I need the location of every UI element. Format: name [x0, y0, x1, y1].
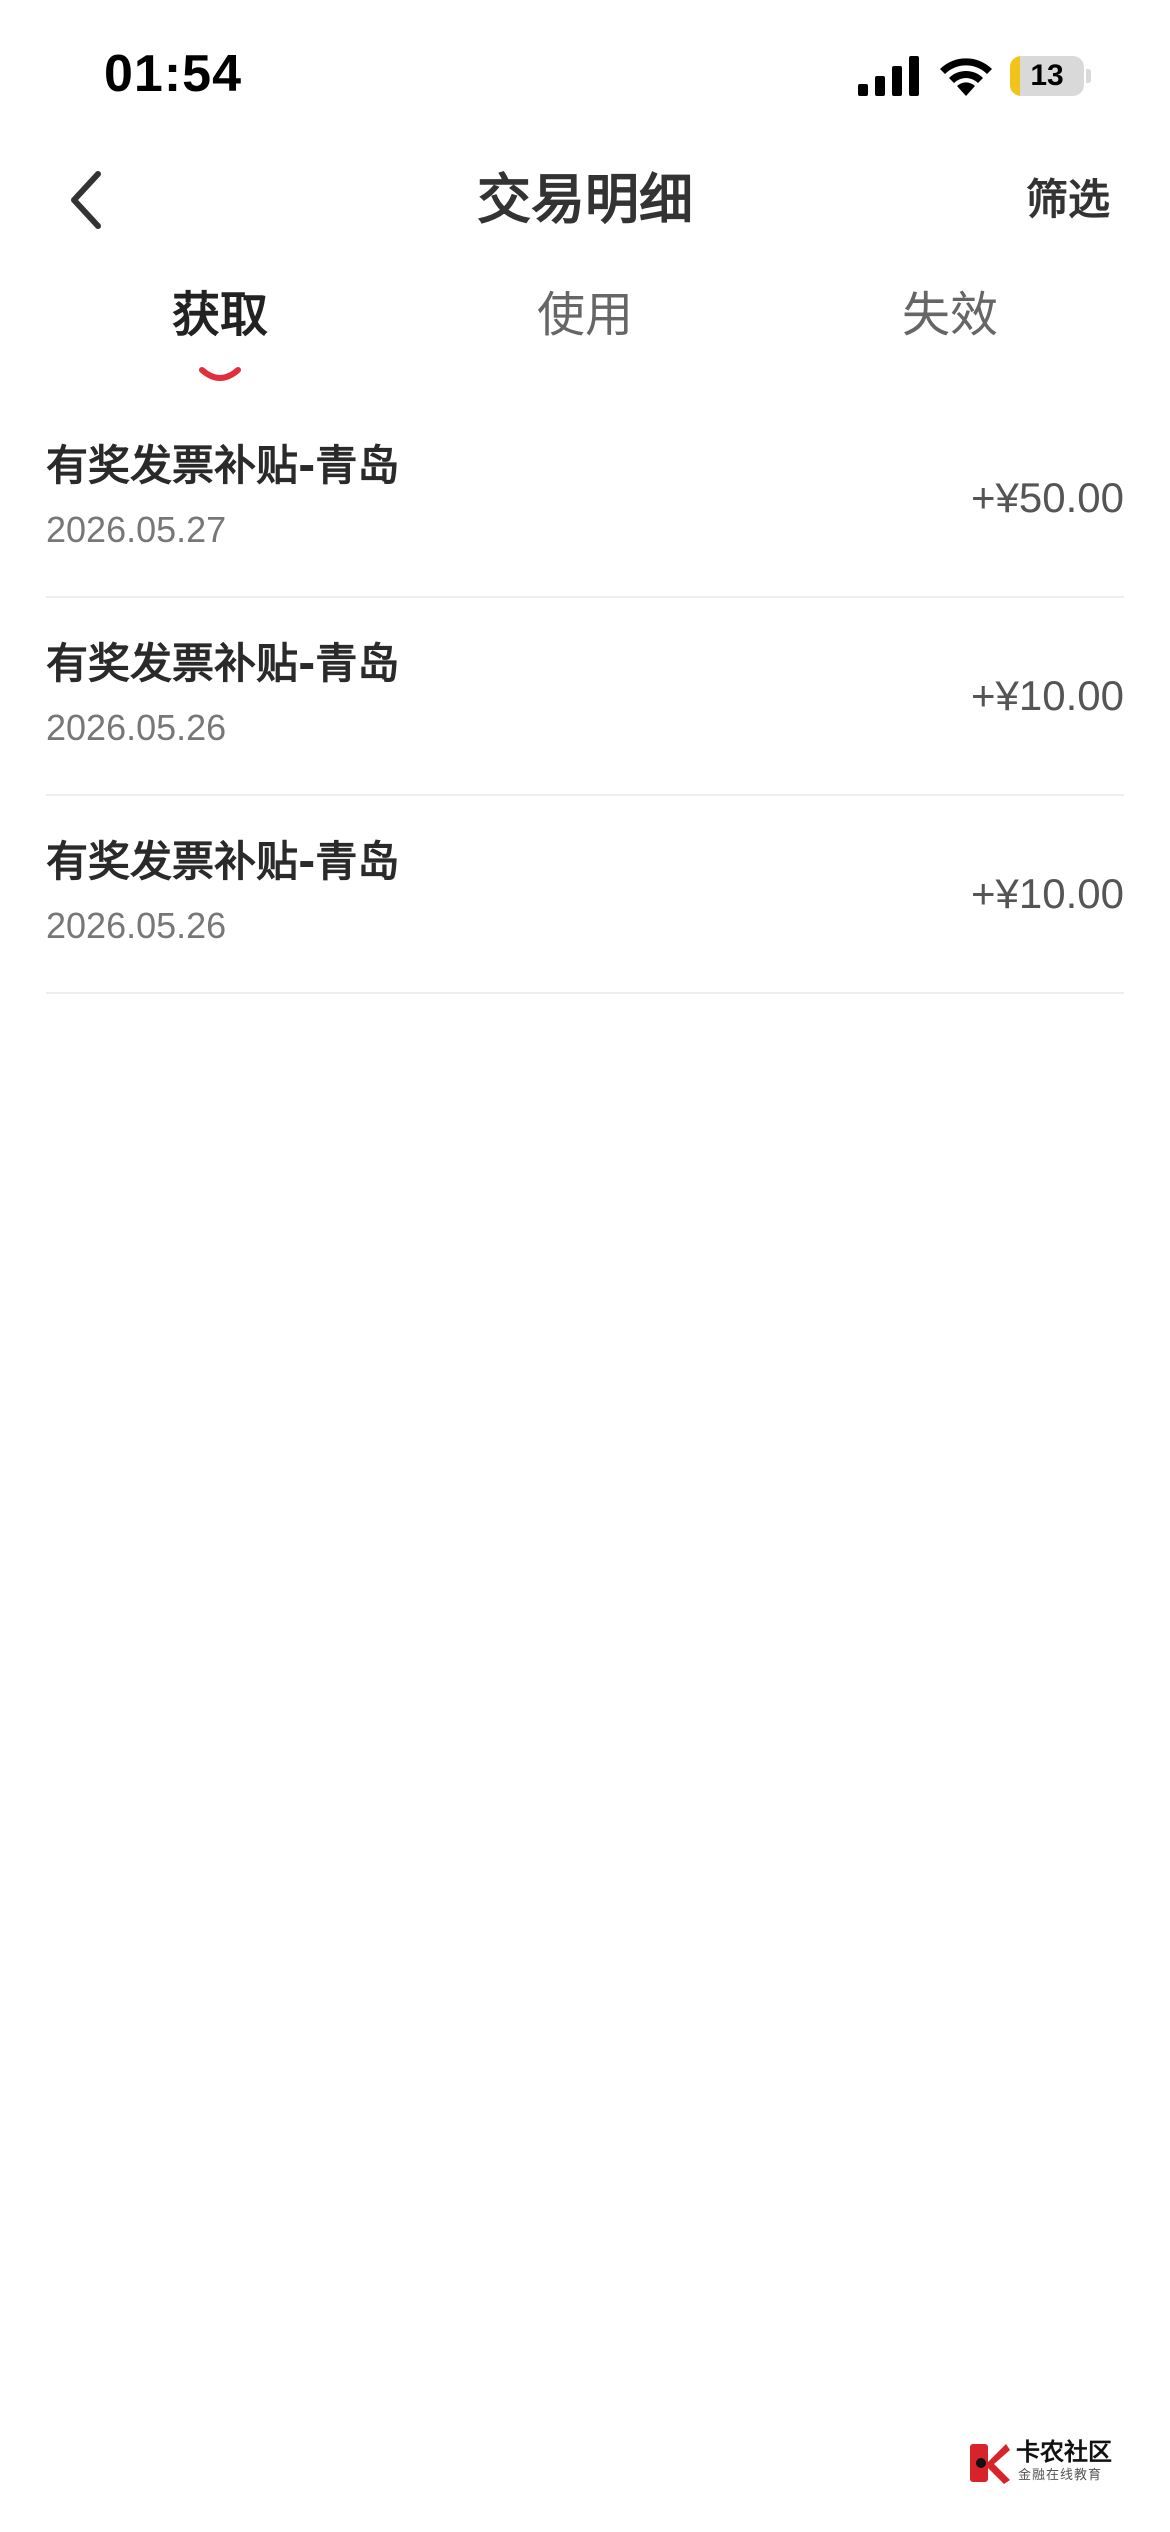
transaction-title: 有奖发票补贴-青岛 — [46, 639, 400, 688]
transaction-date: 2026.05.27 — [46, 509, 227, 550]
tab-label: 使用 — [536, 287, 633, 343]
tab-label: 失效 — [901, 287, 998, 343]
cellular-signal-icon — [858, 56, 919, 96]
tab-expired[interactable]: 失效 — [800, 280, 1100, 350]
battery-icon: 13 — [1010, 56, 1092, 96]
wifi-icon — [940, 58, 992, 96]
transaction-row[interactable]: 有奖发票补贴-青岛 2026.05.26 +¥10.00 — [46, 598, 1124, 796]
transaction-amount: +¥10.00 — [971, 672, 1124, 719]
nav-bar: 交易明细 筛选 — [0, 150, 1170, 250]
transaction-title: 有奖发票补贴-青岛 — [46, 837, 400, 886]
transaction-date: 2026.05.26 — [46, 905, 227, 946]
tab-use[interactable]: 使用 — [435, 280, 735, 350]
watermark: 卡农社区 金融在线教育 — [966, 2436, 1116, 2492]
tab-obtain[interactable]: 获取 — [70, 280, 370, 381]
page-title: 交易明细 — [477, 168, 693, 231]
transaction-amount: +¥10.00 — [971, 870, 1124, 917]
status-bar: 01:54 13 — [0, 0, 1170, 150]
transaction-list: 有奖发票补贴-青岛 2026.05.27 +¥50.00 有奖发票补贴-青岛 2… — [46, 400, 1124, 994]
transaction-amount: +¥50.00 — [971, 474, 1124, 521]
battery-body: 13 — [1010, 56, 1084, 96]
transaction-date: 2026.05.26 — [46, 707, 227, 748]
battery-percent: 13 — [1030, 59, 1064, 92]
watermark-subtitle: 金融在线教育 — [1018, 2468, 1103, 2483]
status-time: 01:54 — [104, 45, 242, 103]
battery-tip — [1086, 69, 1091, 83]
transaction-title: 有奖发票补贴-青岛 — [46, 441, 400, 490]
filter-button[interactable]: 筛选 — [1026, 170, 1110, 230]
tab-label: 获取 — [171, 287, 268, 343]
kanong-logo-icon — [970, 2444, 1010, 2484]
tab-bar: 获取 使用 失效 — [0, 280, 1170, 390]
transaction-row[interactable]: 有奖发票补贴-青岛 2026.05.26 +¥10.00 — [46, 796, 1124, 994]
active-tab-indicator — [199, 367, 241, 381]
transaction-row[interactable]: 有奖发票补贴-青岛 2026.05.27 +¥50.00 — [46, 400, 1124, 598]
watermark-title: 卡农社区 — [1016, 2438, 1112, 2466]
